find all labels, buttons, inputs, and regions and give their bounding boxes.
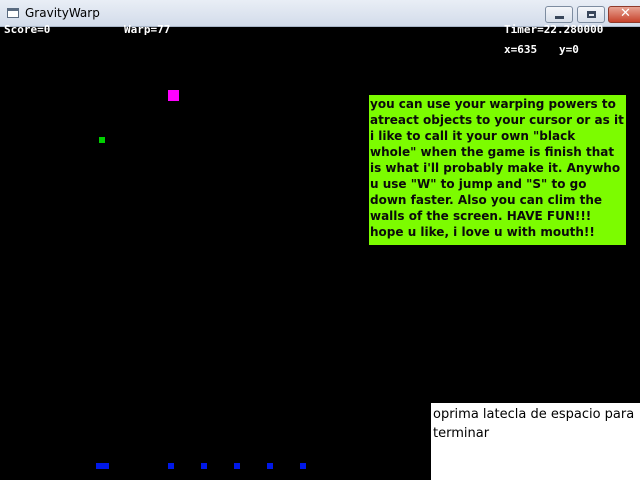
ground-block bbox=[300, 463, 306, 469]
cursor-y-readout: y=0 bbox=[559, 43, 579, 56]
cursor-x-readout: x=635 bbox=[504, 43, 538, 56]
window-app-icon bbox=[7, 8, 19, 18]
window-title: GravityWarp bbox=[25, 6, 100, 20]
ground-block bbox=[96, 463, 109, 469]
close-icon: ✕ bbox=[620, 6, 631, 21]
close-button[interactable]: ✕ bbox=[608, 6, 640, 23]
ground-block bbox=[267, 463, 273, 469]
warp-readout: Warp=77 bbox=[124, 23, 171, 36]
maximize-icon bbox=[587, 11, 596, 18]
quit-hint-panel: oprima latecla de espacio para terminar bbox=[431, 403, 640, 480]
instructions-panel: you can use your warping powers to atrea… bbox=[369, 95, 626, 245]
minimize-button[interactable] bbox=[545, 6, 573, 23]
ground-block bbox=[168, 463, 174, 469]
ground-block bbox=[201, 463, 207, 469]
minimize-icon bbox=[555, 16, 564, 19]
maximize-button[interactable] bbox=[577, 6, 605, 23]
player-square bbox=[168, 90, 179, 101]
green-pickup bbox=[99, 137, 105, 143]
game-window: GravityWarp ✕ Score=0 Warp=77 Timer=22.2… bbox=[0, 0, 640, 480]
score-readout: Score=0 bbox=[4, 23, 51, 36]
timer-readout: Timer=22.280000 bbox=[504, 23, 604, 36]
ground-block bbox=[234, 463, 240, 469]
